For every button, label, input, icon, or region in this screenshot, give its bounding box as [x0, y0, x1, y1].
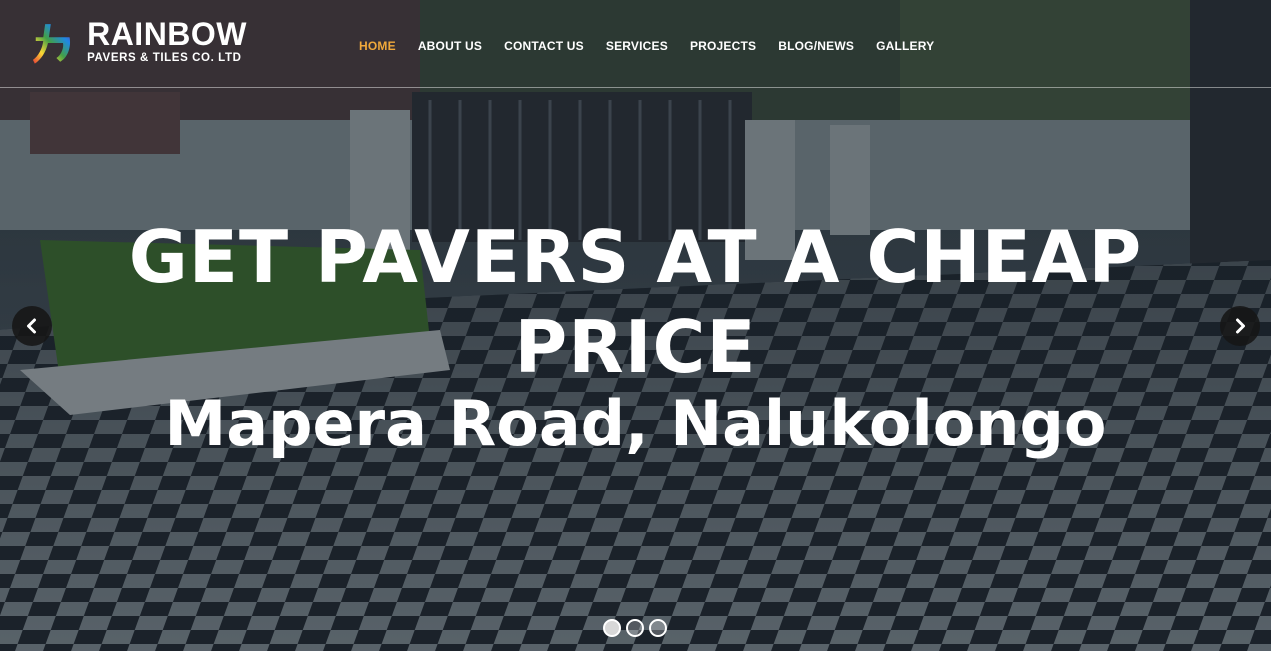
nav-item-services[interactable]: SERVICES [595, 36, 679, 56]
slider-pagination [603, 619, 667, 637]
brand-logo[interactable]: RAINBOW PAVERS & TILES CO. LTD [32, 16, 247, 68]
slide-headline: GET PAVERS AT A CHEAP PRICE [128, 215, 1143, 389]
nav-item-about-us[interactable]: ABOUT US [407, 36, 493, 56]
nav-item-projects[interactable]: PROJECTS [679, 36, 767, 56]
main-nav: HOME ABOUT US CONTACT US SERVICES PROJEC… [348, 36, 945, 56]
brand-name: RAINBOW [87, 16, 247, 52]
nav-item-home[interactable]: HOME [348, 36, 407, 56]
rainbow-logo-icon [32, 24, 71, 64]
nav-item-gallery[interactable]: GALLERY [865, 36, 945, 56]
nav-item-contact-us[interactable]: CONTACT US [493, 36, 595, 56]
slider-next-button[interactable] [1220, 306, 1260, 346]
chevron-left-icon [27, 318, 36, 334]
slide-subline: Mapera Road, Nalukolongo [164, 387, 1107, 460]
brand-tagline: PAVERS & TILES CO. LTD [87, 52, 242, 64]
nav-item-blog-news[interactable]: BLOG/NEWS [767, 36, 865, 56]
chevron-right-icon [1236, 318, 1245, 334]
slider-dot-1[interactable] [603, 619, 621, 637]
hero-slider: RAINBOW PAVERS & TILES CO. LTD HOME ABOU… [0, 0, 1271, 651]
slider-prev-button[interactable] [12, 306, 52, 346]
slider-dot-3[interactable] [649, 619, 667, 637]
slider-dot-2[interactable] [626, 619, 644, 637]
site-header: RAINBOW PAVERS & TILES CO. LTD HOME ABOU… [0, 0, 1271, 88]
